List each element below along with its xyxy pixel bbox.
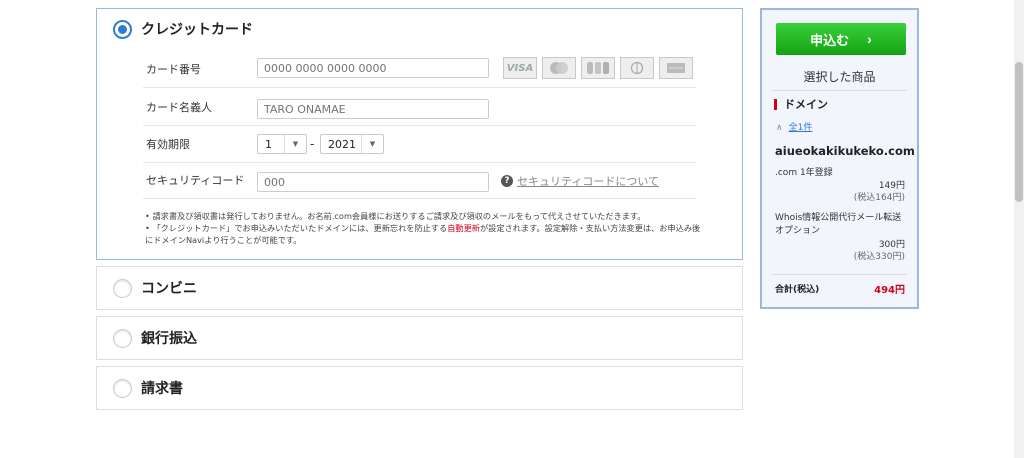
chevron-up-icon: ∧ (776, 123, 783, 133)
apply-button[interactable]: 申込む › (776, 23, 906, 55)
card-brand-logos: VISA (503, 57, 693, 79)
convenience-title: コンビニ (141, 281, 197, 297)
expiry-row: 有効期限 1 ▼ - 2021 ▼ (143, 127, 696, 163)
expiry-year-select[interactable]: 2021 ▼ (320, 134, 384, 154)
card-holder-row: カード名義人 (143, 90, 696, 126)
chevron-right-icon: › (867, 31, 872, 47)
credit-card-title: クレジットカード (141, 22, 253, 38)
bank-title: 銀行振込 (141, 331, 197, 347)
total-value: 494円 (874, 285, 905, 296)
total-label: 合計(税込) (775, 285, 820, 295)
expiry-year-value: 2021 (328, 137, 356, 151)
bank-radio[interactable] (113, 328, 132, 348)
credit-card-header[interactable]: クレジットカード (113, 19, 253, 39)
credit-card-notes: • 請求書及び領収書は発行しておりません。お名前.com会員様にお送りするご請求… (145, 210, 705, 246)
card-holder-input[interactable] (257, 99, 489, 119)
visa-logo: VISA (503, 57, 537, 79)
apply-button-label: 申込む (810, 32, 850, 48)
expiry-month-value: 1 (265, 137, 272, 151)
item-price: 300円 (税込330円) (853, 240, 905, 262)
security-code-help[interactable]: ? セキュリティコードについて (501, 173, 659, 189)
expiry-separator: - (310, 137, 315, 151)
item-price: 149円 (税込164円) (853, 181, 905, 203)
jcb-logo (581, 57, 615, 79)
domain-section-title: ドメイン (774, 99, 828, 110)
items-count-link[interactable]: 全1件 (789, 123, 813, 133)
summary-heading: 選択した商品 (803, 70, 876, 84)
domain-name: aiueokakikukeko.com (775, 144, 915, 158)
divider (772, 274, 907, 275)
expiry-label: 有効期限 (146, 138, 190, 151)
invoice-radio[interactable] (113, 378, 132, 398)
security-code-label: セキュリティコード (146, 174, 245, 187)
security-code-help-link[interactable]: セキュリティコードについて (517, 173, 659, 189)
amex-logo (659, 57, 693, 79)
payment-option-convenience[interactable]: コンビニ (96, 266, 743, 310)
card-number-row: カード番号 VISA (143, 52, 696, 88)
diners-club-logo (620, 57, 654, 79)
security-code-row: セキュリティコード ? セキュリティコードについて (143, 163, 696, 199)
payment-option-bank[interactable]: 銀行振込 (96, 316, 743, 360)
divider (772, 90, 907, 91)
invoice-title: 請求書 (141, 381, 183, 397)
note-item: • 「クレジットカード」でお申込みいただいたドメインには、更新忘れを防止する自動… (145, 223, 701, 245)
page-scrollbar[interactable] (1014, 0, 1024, 458)
note-item: • 請求書及び領収書は発行しておりません。お名前.com会員様にお送りするご請求… (145, 211, 646, 221)
card-holder-label: カード名義人 (146, 101, 212, 114)
chevron-down-icon: ▼ (361, 135, 383, 153)
chevron-down-icon: ▼ (284, 135, 306, 153)
question-icon: ? (501, 175, 513, 187)
item-name: .com 1年登録 (775, 168, 833, 178)
payment-option-invoice[interactable]: 請求書 (96, 366, 743, 410)
card-number-input[interactable] (257, 58, 489, 78)
items-toggle[interactable]: ∧ 全1件 (776, 120, 812, 133)
auto-renew-text: 自動更新 (447, 223, 480, 233)
convenience-radio[interactable] (113, 278, 132, 298)
mastercard-logo (542, 57, 576, 79)
checkout-page: クレジットカード カード番号 VISA カード名義人 有効期限 (0, 0, 1024, 458)
credit-card-radio[interactable] (113, 19, 132, 39)
card-number-label: カード番号 (146, 63, 201, 76)
expiry-month-select[interactable]: 1 ▼ (257, 134, 307, 154)
security-code-input[interactable] (257, 172, 489, 192)
order-summary: 申込む › 選択した商品 ドメイン ∧ 全1件 aiueokakikukeko.c… (760, 8, 919, 309)
item-name: Whois情報公開代行メール転送オプション (775, 213, 902, 236)
scrollbar-thumb[interactable] (1015, 62, 1023, 202)
